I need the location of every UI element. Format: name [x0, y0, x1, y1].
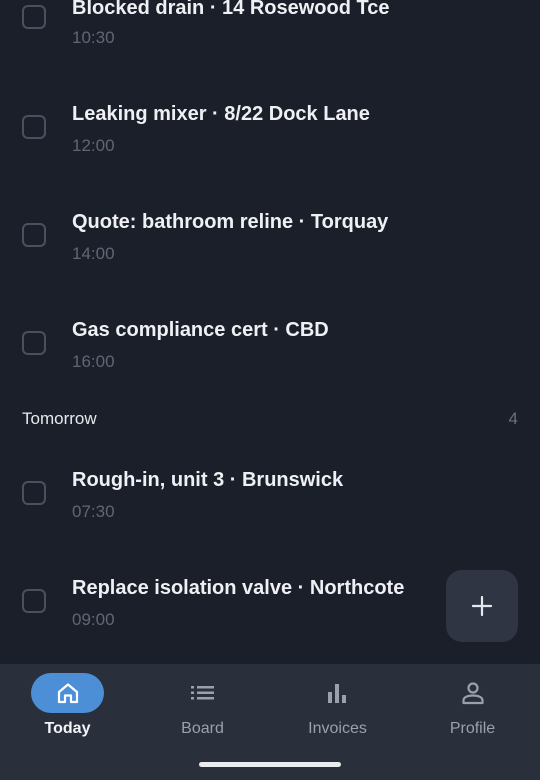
task-title: Blocked drain · 14 Rosewood Tce	[72, 0, 390, 19]
task-item[interactable]: Quote: bathroom reline · Torquay 14:00	[0, 199, 540, 307]
add-job-button[interactable]	[446, 570, 518, 642]
nav-label: Today	[44, 720, 91, 737]
nav-item-invoices[interactable]: Invoices	[270, 664, 405, 754]
task-title: Rough-in, unit 3 · Brunswick	[72, 469, 344, 491]
task-title: Leaking mixer · 8/22 Dock Lane	[72, 103, 370, 125]
task-title: Gas compliance cert · CBD	[72, 319, 329, 341]
task-time: 07:30	[72, 502, 115, 521]
task-item[interactable]: Rough-in, unit 3 · Brunswick 07:30	[0, 457, 540, 565]
task-checkbox[interactable]	[22, 223, 46, 247]
task-item[interactable]: Leaking mixer · 8/22 Dock Lane 12:00	[0, 91, 540, 199]
task-title: Quote: bathroom reline · Torquay	[72, 211, 389, 233]
task-item[interactable]: Blocked drain · 14 Rosewood Tce 10:30	[0, 0, 540, 91]
nav-item-today[interactable]: Today	[0, 664, 135, 754]
nav-item-board[interactable]: Board	[135, 664, 270, 754]
list-icon	[191, 686, 214, 700]
task-time: 14:00	[72, 244, 115, 263]
home-indicator[interactable]	[199, 762, 341, 767]
nav-label: Board	[181, 720, 224, 737]
home-icon	[57, 683, 79, 704]
nav-label: Profile	[449, 720, 496, 737]
section-title: Tomorrow	[22, 409, 97, 428]
task-checkbox[interactable]	[22, 589, 46, 613]
section-count: 4	[508, 409, 518, 428]
person-icon	[462, 682, 484, 705]
nav-label: Invoices	[308, 720, 367, 737]
nav-item-profile[interactable]: Profile	[405, 664, 540, 754]
task-checkbox[interactable]	[22, 481, 46, 505]
plus-icon	[472, 596, 492, 616]
task-time: 10:30	[72, 28, 115, 47]
task-time: 09:00	[72, 610, 115, 629]
section-header-tomorrow: Tomorrow 4	[0, 409, 540, 439]
task-time: 12:00	[72, 136, 115, 155]
task-checkbox[interactable]	[22, 5, 46, 29]
task-time: 16:00	[72, 352, 115, 371]
task-title: Replace isolation valve · Northcote	[72, 577, 405, 599]
task-item[interactable]: Gas compliance cert · CBD 16:00	[0, 307, 540, 415]
task-checkbox[interactable]	[22, 331, 46, 355]
task-checkbox[interactable]	[22, 115, 46, 139]
bar-chart-icon	[328, 684, 346, 703]
